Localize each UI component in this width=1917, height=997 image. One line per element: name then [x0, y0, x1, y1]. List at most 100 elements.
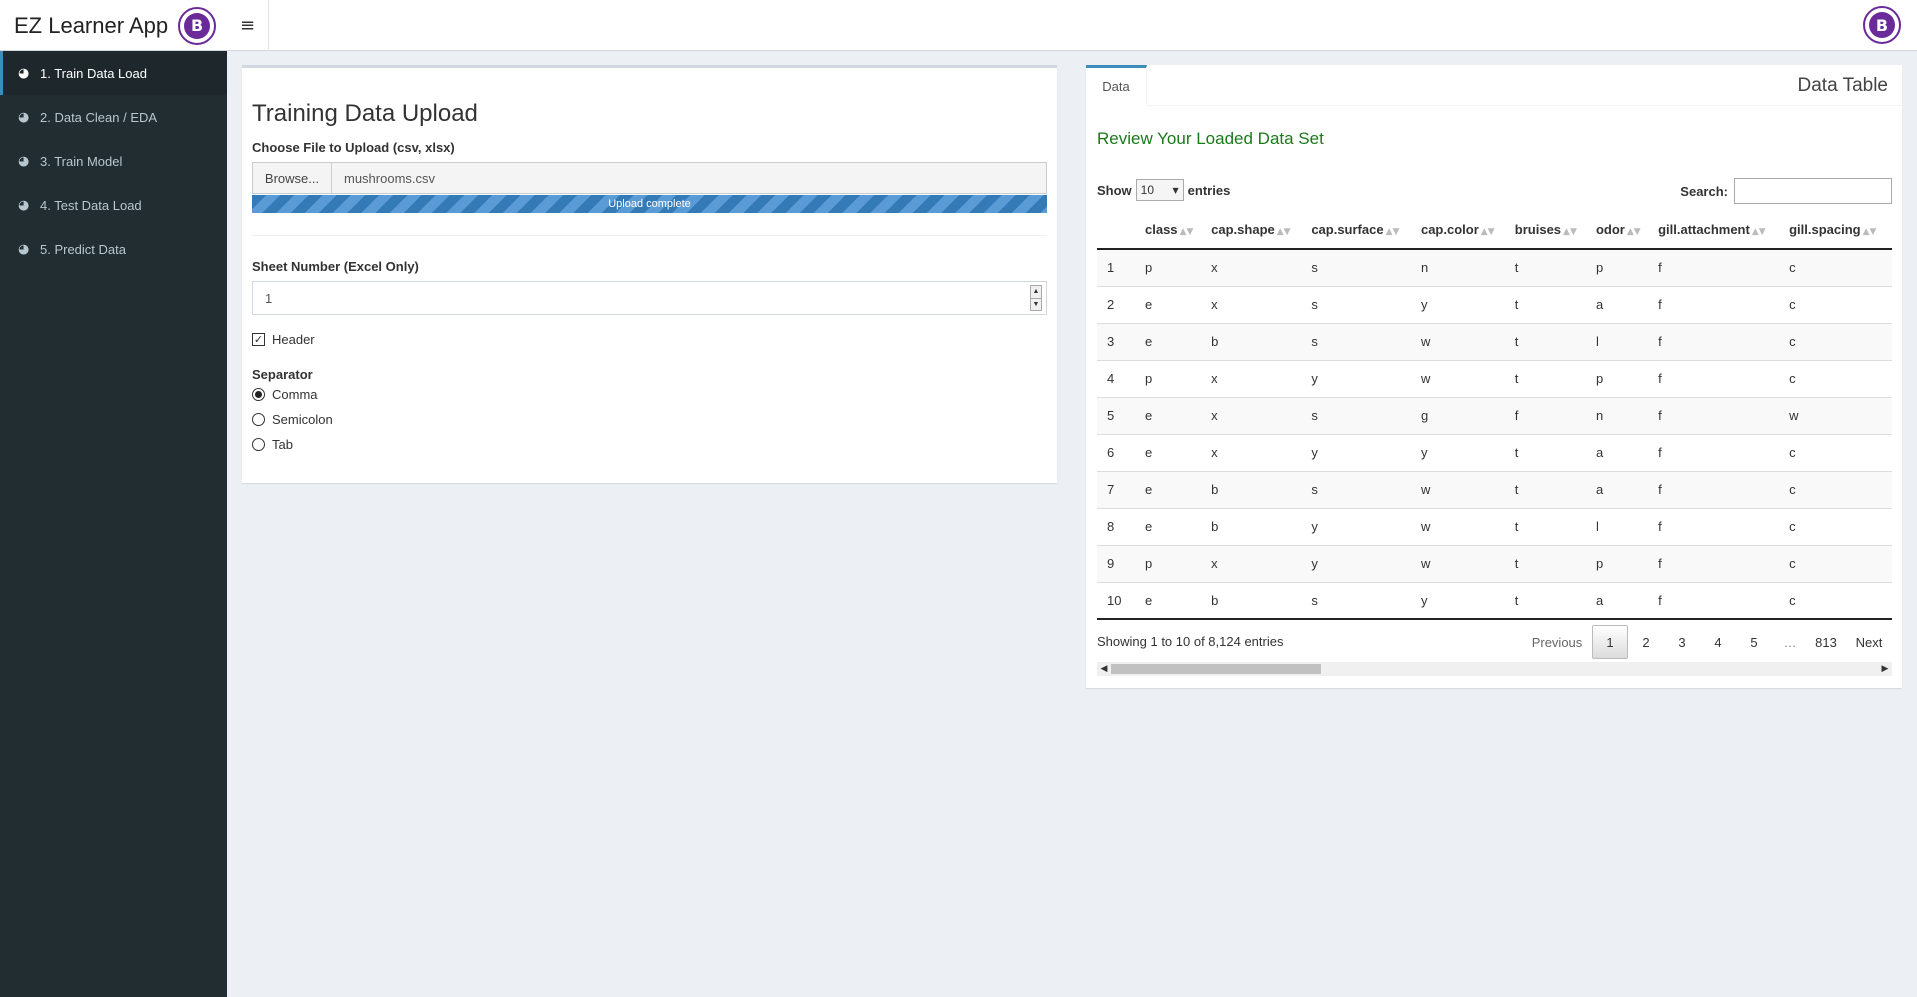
table-cell: f: [1508, 396, 1590, 434]
table-cell: w: [1414, 544, 1509, 582]
horizontal-scrollbar[interactable]: ◀ ▶: [1097, 662, 1892, 676]
sidebar-toggle-button[interactable]: ≡: [227, 0, 269, 51]
header-checkbox-row[interactable]: ✓ Header: [252, 332, 315, 347]
column-header-gill-spacing[interactable]: gill.spacing ▲▼: [1783, 210, 1892, 250]
column-header-cap-shape[interactable]: cap.shape ▲▼: [1205, 210, 1306, 250]
table-cell: p: [1139, 544, 1206, 582]
scroll-track[interactable]: [1111, 662, 1878, 676]
table-row[interactable]: 4pxywtpfc: [1097, 359, 1892, 397]
table-cell: e: [1139, 322, 1206, 360]
sort-icon: ▲▼: [1862, 226, 1877, 237]
file-name-display[interactable]: mushrooms.csv: [332, 163, 1046, 193]
table-cell: s: [1305, 396, 1415, 434]
table-cell: t: [1508, 433, 1590, 471]
table-cell: b: [1205, 470, 1306, 508]
sidebar-item-train-data-load[interactable]: ◕ 1. Train Data Load: [0, 51, 227, 95]
table-cell: s: [1305, 248, 1415, 286]
review-heading: Review Your Loaded Data Set: [1097, 129, 1324, 148]
table-row[interactable]: 10 e b s y t a f c: [1097, 581, 1892, 620]
radio-label: Tab: [272, 437, 293, 452]
table-cell: e: [1139, 581, 1206, 620]
sheet-number-input[interactable]: 1 ▲ ▼: [252, 281, 1047, 315]
sidebar-item-data-clean-eda[interactable]: ◕ 2. Data Clean / EDA: [0, 95, 227, 139]
page-button-2[interactable]: 2: [1628, 625, 1664, 659]
table-cell: t: [1508, 544, 1590, 582]
table-row[interactable]: 7ebswtafc: [1097, 470, 1892, 508]
page-button-1[interactable]: 1: [1592, 625, 1628, 659]
column-header-class[interactable]: class ▲▼: [1139, 210, 1206, 250]
table-cell: t: [1508, 359, 1590, 397]
dashboard-icon: ◕: [18, 197, 30, 213]
table-cell: x: [1205, 396, 1306, 434]
sort-icon: ▲▼: [1276, 226, 1291, 237]
browse-button[interactable]: Browse...: [253, 163, 332, 193]
number-spinner[interactable]: ▲ ▼: [1030, 285, 1042, 311]
radio-semicolon[interactable]: [252, 413, 265, 426]
search-input[interactable]: [1734, 178, 1892, 204]
sidebar-item-label: 2. Data Clean / EDA: [40, 109, 158, 125]
row-index-cell: 9: [1097, 544, 1139, 582]
table-row[interactable]: 9pxywtpfc: [1097, 544, 1892, 582]
table-cell: x: [1205, 433, 1306, 471]
column-header-cap-surface[interactable]: cap.surface ▲▼: [1305, 210, 1415, 250]
scroll-right-icon[interactable]: ▶: [1878, 662, 1892, 676]
pagination: Previous 1 2 3 4 5 … 813 Next: [1522, 625, 1894, 659]
column-header-gill-attachment[interactable]: gill.attachment ▲▼: [1652, 210, 1784, 250]
table-row[interactable]: 1pxsntpfc: [1097, 248, 1892, 286]
separator-option-tab[interactable]: Tab: [252, 437, 293, 452]
table-cell: t: [1508, 248, 1590, 286]
table-cell: x: [1205, 248, 1306, 286]
spin-up-icon[interactable]: ▲: [1031, 286, 1041, 299]
sidebar-item-test-data-load[interactable]: ◕ 4. Test Data Load: [0, 183, 227, 227]
table-cell: c: [1783, 507, 1892, 545]
separator-option-comma[interactable]: Comma: [252, 387, 318, 402]
table-row[interactable]: 3ebswtlfc: [1097, 322, 1892, 360]
page-length-select[interactable]: 10 ▼: [1135, 179, 1184, 201]
column-header-odor[interactable]: odor ▲▼: [1589, 210, 1653, 250]
table-row[interactable]: 2exsytafc: [1097, 285, 1892, 323]
scroll-left-icon[interactable]: ◀: [1097, 662, 1111, 676]
radio-label: Semicolon: [272, 412, 333, 427]
sort-icon: ▲▼: [1626, 226, 1641, 237]
row-index-cell: 2: [1097, 285, 1139, 323]
table-row[interactable]: 6exyytafc: [1097, 433, 1892, 471]
table-cell: s: [1305, 581, 1415, 620]
page-button-last[interactable]: 813: [1808, 625, 1844, 659]
row-index-cell: 5: [1097, 396, 1139, 434]
table-cell: a: [1589, 285, 1653, 323]
page-button-3[interactable]: 3: [1664, 625, 1700, 659]
separator-option-semicolon[interactable]: Semicolon: [252, 412, 333, 427]
tab-data[interactable]: Data: [1086, 65, 1147, 105]
table-cell: s: [1305, 285, 1415, 323]
divider: [252, 235, 1047, 236]
sort-icon: ▲▼: [1480, 226, 1495, 237]
radio-comma[interactable]: [252, 388, 265, 401]
page-button-5[interactable]: 5: [1736, 625, 1772, 659]
data-table: class ▲▼ cap.shape ▲▼ cap.surface ▲▼ cap.co…: [1097, 210, 1892, 620]
column-header-bruises[interactable]: bruises ▲▼: [1508, 210, 1590, 250]
radio-tab[interactable]: [252, 438, 265, 451]
scroll-thumb[interactable]: [1111, 664, 1321, 674]
next-page-button[interactable]: Next: [1844, 625, 1894, 659]
pagination-ellipsis: …: [1783, 634, 1797, 650]
dashboard-icon: ◕: [18, 65, 30, 81]
table-cell: f: [1652, 285, 1784, 323]
separator-label: Separator: [252, 367, 313, 382]
show-label: Show: [1097, 182, 1132, 198]
table-row[interactable]: 8ebywtlfc: [1097, 507, 1892, 545]
page-button-4[interactable]: 4: [1700, 625, 1736, 659]
header-checkbox-label: Header: [272, 332, 315, 347]
table-info: Showing 1 to 10 of 8,124 entries: [1097, 634, 1284, 649]
radio-label: Comma: [272, 387, 318, 402]
sidebar-item-predict-data[interactable]: ◕ 5. Predict Data: [0, 227, 227, 271]
table-row[interactable]: 5exsgfnfw: [1097, 396, 1892, 434]
table-cell: b: [1205, 507, 1306, 545]
table-cell: f: [1652, 359, 1784, 397]
previous-page-button[interactable]: Previous: [1522, 625, 1592, 659]
table-cell: f: [1652, 507, 1784, 545]
column-header-index[interactable]: [1097, 210, 1139, 250]
spin-down-icon[interactable]: ▼: [1031, 299, 1041, 311]
sidebar-item-train-model[interactable]: ◕ 3. Train Model: [0, 139, 227, 183]
column-header-cap-color[interactable]: cap.color ▲▼: [1414, 210, 1509, 250]
header-checkbox[interactable]: ✓: [252, 333, 265, 346]
